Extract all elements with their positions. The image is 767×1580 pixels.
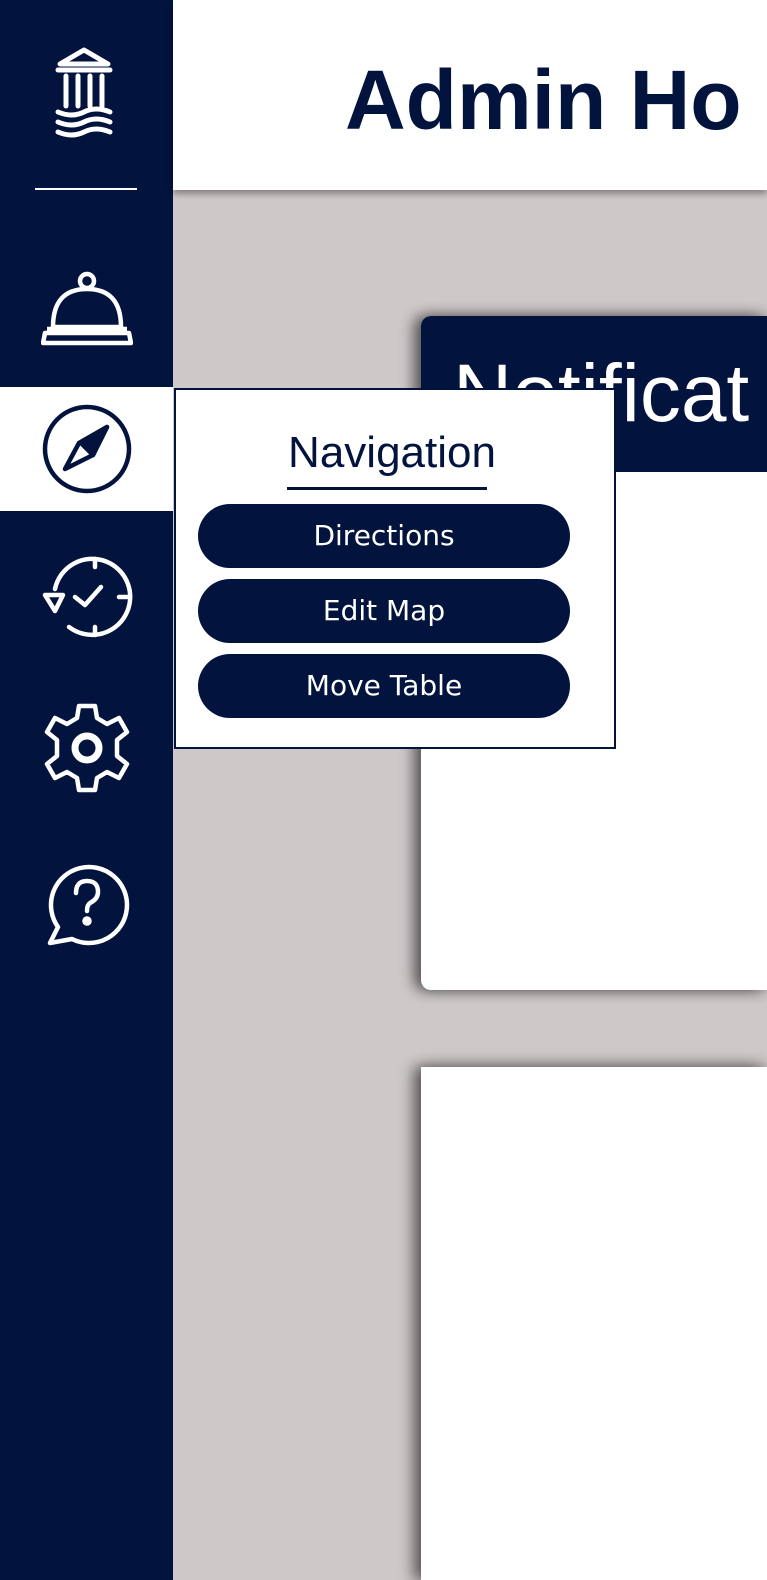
sidebar-item-navigation[interactable] — [0, 387, 173, 511]
help-chat-icon — [44, 861, 130, 947]
sidebar-item-settings[interactable] — [0, 686, 173, 810]
page-header: Admin Ho — [173, 0, 767, 190]
directions-button[interactable]: Directions — [198, 504, 570, 568]
history-icon — [39, 551, 135, 641]
service-bell-icon — [40, 271, 133, 349]
sidebar-item-service[interactable] — [0, 248, 173, 372]
sidebar-item-help[interactable] — [0, 842, 173, 966]
move-table-button[interactable]: Move Table — [198, 654, 570, 718]
edit-map-button[interactable]: Edit Map — [198, 579, 570, 643]
building-logo-icon — [52, 44, 116, 140]
sidebar-item-history[interactable] — [0, 534, 173, 658]
navigation-menu-underline — [287, 487, 487, 490]
gear-icon — [41, 700, 133, 796]
content-card — [421, 1067, 767, 1580]
compass-icon — [41, 403, 133, 495]
sidebar — [0, 0, 173, 1580]
navigation-menu: Navigation Directions Edit Map Move Tabl… — [174, 388, 616, 749]
page-title: Admin Ho — [345, 53, 742, 147]
navigation-menu-title: Navigation — [288, 428, 496, 477]
sidebar-divider — [35, 188, 137, 190]
